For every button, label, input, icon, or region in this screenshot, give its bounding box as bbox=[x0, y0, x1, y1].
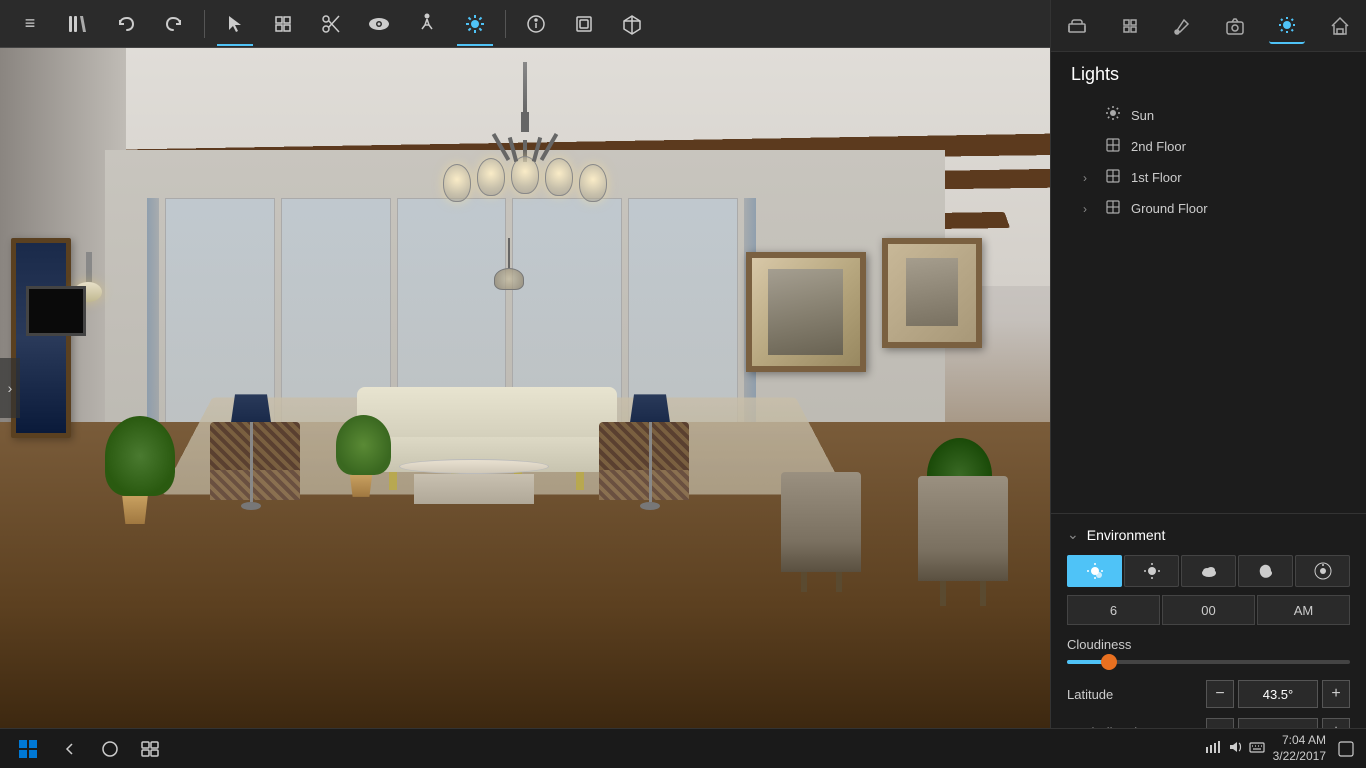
ground-floor-label: Ground Floor bbox=[1131, 201, 1208, 216]
sky-type-buttons bbox=[1067, 555, 1350, 587]
artwork-main bbox=[746, 252, 866, 372]
hanging-lamp bbox=[494, 238, 524, 290]
chandelier bbox=[455, 62, 595, 202]
latitude-input[interactable]: 43.5° bbox=[1238, 680, 1318, 708]
cloudiness-slider[interactable] bbox=[1067, 660, 1350, 664]
1st-floor-icon bbox=[1105, 168, 1121, 187]
panel-camera-icon[interactable] bbox=[1217, 8, 1253, 44]
clock-time: 7:04 AM bbox=[1273, 733, 1326, 749]
tv-screen bbox=[26, 286, 86, 336]
dining-chair-2 bbox=[918, 476, 1008, 606]
2nd-floor-label: 2nd Floor bbox=[1131, 139, 1186, 154]
walk-button[interactable] bbox=[405, 2, 449, 46]
network-icon[interactable] bbox=[1205, 739, 1221, 758]
sky-btn-sunny[interactable] bbox=[1124, 555, 1179, 587]
time-minute-input[interactable]: 00 bbox=[1162, 595, 1255, 625]
library-button[interactable] bbox=[56, 2, 100, 46]
right-panel: Lights › Sun › bbox=[1050, 0, 1366, 768]
1st-floor-expand[interactable]: › bbox=[1075, 171, 1095, 185]
keyboard-icon[interactable] bbox=[1249, 739, 1265, 758]
taskbar-right: 7:04 AM 3/22/2017 bbox=[1205, 733, 1358, 764]
plant-left bbox=[105, 416, 165, 524]
latitude-decrease-button[interactable]: − bbox=[1206, 680, 1234, 708]
artwork-right bbox=[882, 238, 982, 348]
menu-button[interactable]: ≡ bbox=[8, 2, 52, 46]
latitude-controls: − 43.5° + bbox=[1206, 680, 1350, 708]
environment-title: Environment bbox=[1087, 527, 1166, 543]
cloudiness-label: Cloudiness bbox=[1067, 637, 1350, 652]
time-row: 6 00 AM bbox=[1067, 595, 1350, 625]
latitude-label: Latitude bbox=[1067, 687, 1113, 702]
frame-button[interactable] bbox=[562, 2, 606, 46]
panel-spacer bbox=[1051, 236, 1366, 513]
panel-toolbar bbox=[1051, 0, 1366, 52]
latitude-row: Latitude − 43.5° + bbox=[1067, 680, 1350, 708]
redo-button[interactable] bbox=[152, 2, 196, 46]
sky-btn-sunset[interactable] bbox=[1295, 555, 1350, 587]
2nd-floor-icon bbox=[1105, 137, 1121, 156]
scissors-button[interactable] bbox=[309, 2, 353, 46]
sky-btn-cloudy[interactable] bbox=[1181, 555, 1236, 587]
build-button[interactable] bbox=[261, 2, 305, 46]
dining-chair-1 bbox=[781, 472, 861, 592]
sun-light-icon bbox=[1105, 105, 1121, 125]
latitude-increase-button[interactable]: + bbox=[1322, 680, 1350, 708]
sun-light-label: Sun bbox=[1131, 108, 1154, 123]
ground-floor-expand[interactable]: › bbox=[1075, 202, 1095, 216]
top-toolbar: ≡ bbox=[0, 0, 1050, 48]
3d-button[interactable] bbox=[610, 2, 654, 46]
panel-lighting-icon[interactable] bbox=[1269, 8, 1305, 44]
nav-arrow-left[interactable]: › bbox=[0, 358, 20, 418]
panel-build-icon[interactable] bbox=[1112, 8, 1148, 44]
environment-header[interactable]: ⌄ Environment bbox=[1067, 526, 1350, 543]
light-item-ground-floor[interactable]: › Ground Floor bbox=[1067, 193, 1350, 224]
time-period-input[interactable]: AM bbox=[1257, 595, 1350, 625]
1st-floor-label: 1st Floor bbox=[1131, 170, 1182, 185]
task-view-button[interactable] bbox=[132, 731, 168, 767]
viewport: › bbox=[0, 48, 1050, 728]
sky-btn-clear[interactable] bbox=[1067, 555, 1122, 587]
taskbar: 7:04 AM 3/22/2017 bbox=[0, 728, 1366, 768]
system-tray bbox=[1205, 739, 1265, 758]
light-item-1st-floor[interactable]: › 1st Floor bbox=[1067, 162, 1350, 193]
plant-center bbox=[336, 415, 386, 497]
lights-section: Lights › Sun › bbox=[1051, 52, 1366, 236]
undo-button[interactable] bbox=[104, 2, 148, 46]
sky-btn-night[interactable] bbox=[1238, 555, 1293, 587]
cortana-button[interactable] bbox=[92, 731, 128, 767]
light-item-sun[interactable]: › Sun bbox=[1067, 99, 1350, 131]
time-hour-input[interactable]: 6 bbox=[1067, 595, 1160, 625]
lights-title: Lights bbox=[1067, 64, 1350, 85]
panel-furniture-icon[interactable] bbox=[1059, 8, 1095, 44]
floor-lamp-right bbox=[630, 394, 670, 510]
light-item-2nd-floor[interactable]: › 2nd Floor bbox=[1067, 131, 1350, 162]
floor-lamp-left bbox=[231, 394, 271, 510]
back-button[interactable] bbox=[52, 731, 88, 767]
volume-icon[interactable] bbox=[1227, 739, 1243, 758]
info-button[interactable] bbox=[514, 2, 558, 46]
panel-home-icon[interactable] bbox=[1322, 8, 1358, 44]
coffee-table bbox=[399, 459, 549, 504]
panel-paint-icon[interactable] bbox=[1164, 8, 1200, 44]
clock-date: 3/22/2017 bbox=[1273, 749, 1326, 765]
ground-floor-icon bbox=[1105, 199, 1121, 218]
system-clock[interactable]: 7:04 AM 3/22/2017 bbox=[1273, 733, 1326, 764]
start-button[interactable] bbox=[8, 731, 48, 767]
environment-chevron: ⌄ bbox=[1067, 526, 1079, 543]
light-button[interactable] bbox=[453, 2, 497, 46]
notification-button[interactable] bbox=[1334, 737, 1358, 761]
view-button[interactable] bbox=[357, 2, 401, 46]
select-button[interactable] bbox=[213, 2, 257, 46]
